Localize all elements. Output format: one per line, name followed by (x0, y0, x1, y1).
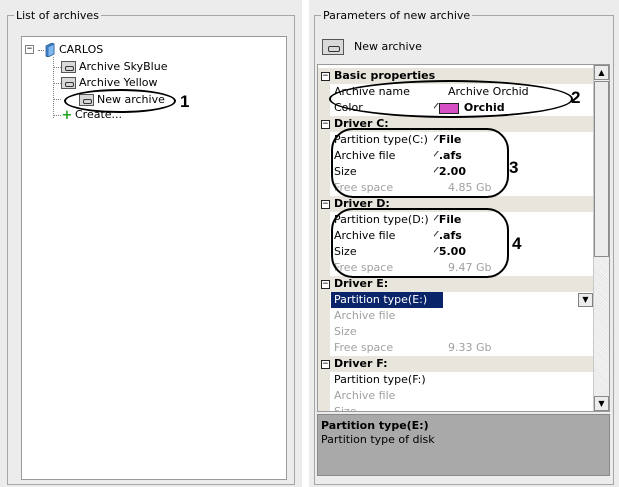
annotation-ellipse (64, 89, 176, 113)
parameters-panel: Parameters of new archive New archive − B… (309, 0, 619, 487)
property-name: Archive file (334, 309, 396, 322)
category-driver-e[interactable]: − Driver E: (318, 276, 594, 292)
collapse-icon[interactable]: − (321, 279, 330, 289)
scroll-up-icon[interactable]: ▲ (594, 65, 609, 80)
property-name: Size (334, 325, 357, 338)
category-driver-f[interactable]: − Driver F: (318, 356, 594, 372)
category-label: Driver F: (334, 357, 388, 370)
row-gutter (318, 324, 330, 340)
description-box: Partition type(E:) Partition type of dis… (317, 414, 610, 476)
tree-item-archive-yellow[interactable]: Archive Yellow (61, 75, 158, 90)
tree-line (53, 83, 61, 84)
tree-item-label: Archive SkyBlue (79, 60, 168, 73)
archive-icon (61, 77, 76, 89)
collapse-expander-icon[interactable]: − (25, 45, 34, 54)
row-gutter (318, 388, 330, 404)
row-gutter (318, 132, 330, 148)
annotation-number: 4 (512, 234, 522, 253)
annotation-number: 3 (509, 158, 519, 177)
row-gutter (318, 148, 330, 164)
row-gutter (318, 244, 330, 260)
collapse-icon[interactable]: − (321, 199, 330, 209)
description-title: Partition type(E:) (321, 419, 429, 432)
row-gutter (318, 292, 330, 308)
archive-header-label: New archive (354, 40, 422, 53)
tree-line (53, 67, 61, 68)
parameters-group-title: Parameters of new archive (323, 9, 471, 22)
property-name: Size (334, 405, 357, 412)
archive-header: New archive (322, 37, 422, 57)
collapse-icon[interactable]: − (321, 119, 330, 129)
row-gutter (318, 164, 330, 180)
collapse-icon[interactable]: − (321, 359, 330, 369)
annotation-ellipse (331, 128, 509, 198)
dropdown-arrow-icon[interactable]: ▼ (578, 293, 593, 307)
annotation-ellipse (331, 208, 509, 278)
tree-item-archive-skyblue[interactable]: Archive SkyBlue (61, 59, 167, 74)
row-gutter (318, 228, 330, 244)
scroll-down-icon[interactable]: ▼ (594, 396, 609, 411)
tree-root-label: CARLOS (59, 43, 104, 56)
property-name: Partition type(F:) (334, 373, 426, 386)
annotation-number: 1 (180, 92, 190, 111)
tree-root-server[interactable]: CARLOS (44, 42, 104, 58)
vertical-scrollbar[interactable]: ▲ ▼ (593, 65, 609, 411)
tree-item-label: Archive Yellow (79, 76, 158, 89)
row-gutter (318, 260, 330, 276)
collapse-icon[interactable]: − (321, 71, 330, 81)
scroll-thumb[interactable] (594, 81, 609, 257)
archive-icon (322, 39, 344, 55)
archive-icon (61, 61, 76, 73)
property-row-selected[interactable]: Partition type(E:) ▼ (318, 292, 594, 308)
row-gutter (318, 404, 330, 411)
description-text: Partition type of disk (321, 433, 435, 446)
row-gutter (318, 100, 330, 116)
category-label: Driver E: (334, 277, 389, 290)
archives-panel: List of archives − CARLOS Archive SkyBlu… (0, 0, 302, 487)
server-icon (44, 42, 56, 58)
property-name: Archive file (334, 389, 396, 402)
row-gutter (318, 180, 330, 196)
row-gutter (318, 372, 330, 388)
row-gutter (318, 308, 330, 324)
row-gutter (318, 212, 330, 228)
property-name-selected: Partition type(E:) (331, 292, 443, 308)
property-value: 9.33 Gb (448, 341, 492, 354)
tree-line (53, 99, 61, 100)
archives-group-title: List of archives (16, 9, 99, 22)
annotation-number: 2 (571, 88, 581, 107)
annotation-ellipse (329, 80, 573, 118)
row-gutter (318, 340, 330, 356)
tree-line (53, 115, 61, 116)
plus-icon: + (61, 107, 73, 123)
property-name: Free space (334, 341, 394, 354)
